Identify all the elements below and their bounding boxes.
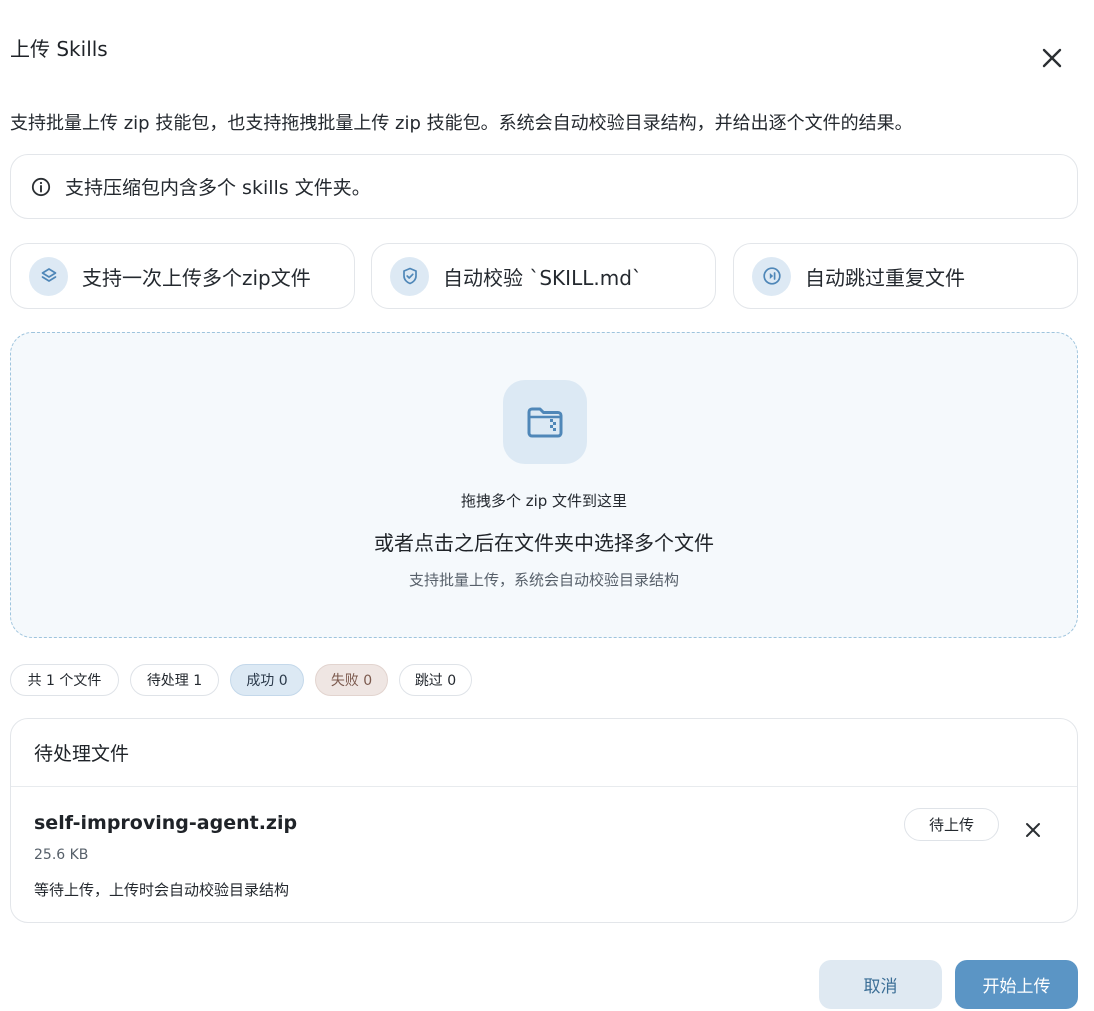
layers-icon xyxy=(29,256,68,296)
pending-files-header: 待处理文件 xyxy=(11,719,1077,787)
file-status-note: 等待上传，上传时会自动校验目录结构 xyxy=(34,881,290,899)
close-icon[interactable] xyxy=(1038,44,1066,72)
info-text: 支持压缩包内含多个 skills 文件夹。 xyxy=(65,177,371,199)
feature-card-validate: 自动校验 `SKILL.md` xyxy=(371,243,716,309)
stat-success-badge: 成功 0 xyxy=(230,664,304,696)
dropzone-click-text: 或者点击之后在文件夹中选择多个文件 xyxy=(374,531,714,555)
file-status-badge: 待上传 xyxy=(904,808,999,841)
pending-files-panel: 待处理文件 self-improving-agent.zip 25.6 KB 等… xyxy=(10,718,1078,923)
feature-card-multi-zip: 支持一次上传多个zip文件 xyxy=(10,243,355,309)
feature-label: 自动跳过重复文件 xyxy=(805,265,965,290)
feature-card-skip-duplicates: 自动跳过重复文件 xyxy=(733,243,1078,309)
remove-file-icon[interactable] xyxy=(1022,819,1044,841)
skip-icon xyxy=(752,256,791,296)
shield-check-icon xyxy=(390,256,429,296)
dialog-title: 上传 Skills xyxy=(10,37,108,61)
dropzone-primary-text: 拖拽多个 zip 文件到这里 xyxy=(460,492,628,510)
cancel-button[interactable]: 取消 xyxy=(819,960,942,1009)
dropzone-hint-text: 支持批量上传，系统会自动校验目录结构 xyxy=(408,571,679,589)
folder-zip-icon xyxy=(503,380,587,464)
start-upload-button[interactable]: 开始上传 xyxy=(955,960,1078,1009)
dialog-description: 支持批量上传 zip 技能包，也支持拖拽批量上传 zip 技能包。系统会自动校验… xyxy=(10,113,913,134)
file-dropzone[interactable]: 拖拽多个 zip 文件到这里 或者点击之后在文件夹中选择多个文件 支持批量上传，… xyxy=(10,332,1078,638)
stat-failed-badge: 失败 0 xyxy=(315,664,388,696)
feature-label: 自动校验 `SKILL.md` xyxy=(443,265,642,290)
stat-total-badge: 共 1 个文件 xyxy=(10,664,119,696)
stat-skipped-badge: 跳过 0 xyxy=(399,664,472,696)
stat-pending-badge: 待处理 1 xyxy=(130,664,219,696)
info-banner: 支持压缩包内含多个 skills 文件夹。 xyxy=(10,154,1078,219)
feature-label: 支持一次上传多个zip文件 xyxy=(82,265,311,290)
file-name: self-improving-agent.zip xyxy=(34,812,298,834)
info-icon xyxy=(31,177,51,196)
file-size: 25.6 KB xyxy=(34,847,89,863)
